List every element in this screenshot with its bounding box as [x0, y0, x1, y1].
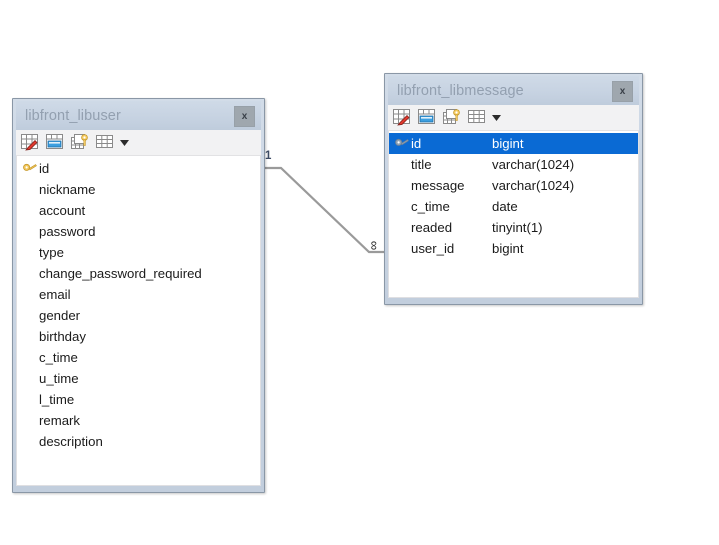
column-type: tinyint(1) [492, 220, 543, 235]
table-view-icon[interactable] [468, 109, 487, 126]
column-row[interactable]: type [17, 242, 260, 263]
chevron-down-icon[interactable] [491, 109, 502, 126]
column-name: account [39, 203, 86, 218]
column-name: id [411, 136, 422, 151]
close-icon[interactable]: x [612, 81, 633, 102]
column-row[interactable]: readed tinyint(1) [389, 217, 638, 238]
cardinality-many-label: ∞ [367, 240, 383, 251]
column-name: title [411, 157, 432, 172]
relationship-line [265, 166, 385, 254]
column-row[interactable]: c_time date [389, 196, 638, 217]
column-name: birthday [39, 329, 86, 344]
column-list[interactable]: id nickname account password type change_pass… [16, 156, 261, 486]
column-name: c_time [39, 350, 78, 365]
column-type: date [492, 199, 518, 214]
primary-key-icon [21, 163, 39, 175]
entity-toolbar [16, 130, 261, 156]
column-type: bigint [492, 136, 524, 151]
close-icon[interactable]: x [234, 106, 255, 127]
column-name: l_time [39, 392, 75, 407]
column-row[interactable]: email [17, 284, 260, 305]
column-name: id [39, 161, 50, 176]
column-row[interactable]: user_id bigint [389, 238, 638, 259]
edit-table-icon[interactable] [21, 134, 40, 151]
entity-title-label: libfront_libuser [25, 107, 121, 124]
entity-inner: libfront_libuser x id nickname account p… [16, 101, 261, 486]
entity-title-bar[interactable]: libfront_libuser x [16, 101, 261, 130]
column-row[interactable]: message varchar(1024) [389, 175, 638, 196]
column-name: remark [39, 413, 81, 428]
entity-title-label: libfront_libmessage [397, 82, 524, 99]
column-name: nickname [39, 182, 96, 197]
table-view-icon[interactable] [96, 134, 115, 151]
column-row[interactable]: remark [17, 410, 260, 431]
edit-table-icon[interactable] [393, 109, 412, 126]
column-row[interactable]: id bigint [389, 133, 638, 154]
column-row[interactable]: birthday [17, 326, 260, 347]
entity-title-bar[interactable]: libfront_libmessage x [388, 76, 639, 105]
column-name: type [39, 245, 64, 260]
column-row[interactable]: c_time [17, 347, 260, 368]
column-row[interactable]: l_time [17, 389, 260, 410]
column-row[interactable]: change_password_required [17, 263, 260, 284]
column-name: gender [39, 308, 81, 323]
column-name: password [39, 224, 96, 239]
column-name: email [39, 287, 71, 302]
entity-toolbar [388, 105, 639, 131]
column-name: user_id [411, 241, 455, 256]
column-name: readed [411, 220, 453, 235]
column-name: c_time [411, 199, 450, 214]
chevron-down-icon[interactable] [119, 134, 130, 151]
column-row[interactable]: title varchar(1024) [389, 154, 638, 175]
entity-libfront-libmessage[interactable]: libfront_libmessage x id bigint title va… [384, 73, 643, 305]
column-row[interactable]: password [17, 221, 260, 242]
primary-key-icon [393, 138, 411, 150]
column-row[interactable]: gender [17, 305, 260, 326]
column-row[interactable]: nickname [17, 179, 260, 200]
diagram-canvas: 1 ∞ libfront_libuser x id nickname accou… [0, 0, 719, 545]
cardinality-one-label: 1 [265, 150, 272, 162]
column-name: u_time [39, 371, 79, 386]
column-row[interactable]: id [17, 158, 260, 179]
table-key-icon[interactable] [71, 134, 90, 151]
table-row-icon[interactable] [418, 109, 437, 126]
column-name: message [411, 178, 465, 193]
column-list[interactable]: id bigint title varchar(1024) message varchar… [388, 131, 639, 298]
column-type: bigint [492, 241, 524, 256]
entity-libfront-libuser[interactable]: libfront_libuser x id nickname account p… [12, 98, 265, 493]
column-row[interactable]: account [17, 200, 260, 221]
entity-inner: libfront_libmessage x id bigint title va… [388, 76, 639, 298]
column-type: varchar(1024) [492, 178, 575, 193]
column-name: description [39, 434, 103, 449]
column-row[interactable]: description [17, 431, 260, 452]
column-name: change_password_required [39, 266, 202, 281]
table-key-icon[interactable] [443, 109, 462, 126]
table-row-icon[interactable] [46, 134, 65, 151]
column-row[interactable]: u_time [17, 368, 260, 389]
column-type: varchar(1024) [492, 157, 575, 172]
